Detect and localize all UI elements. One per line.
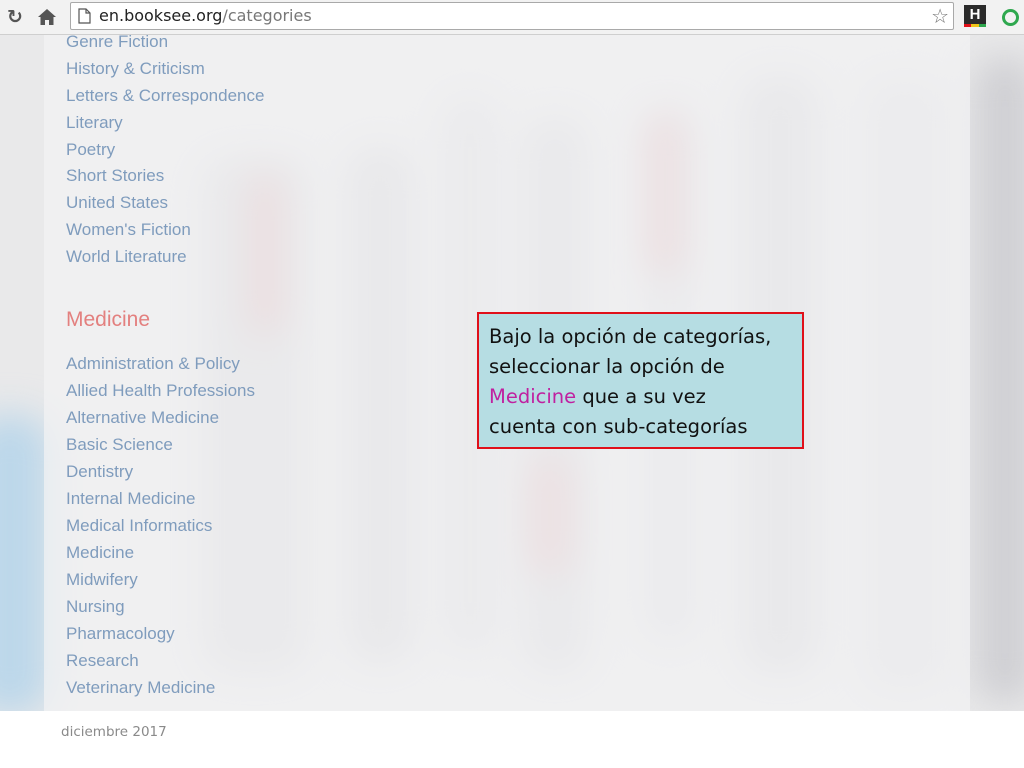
callout-line-1: Bajo la opción de categorías, (489, 325, 772, 348)
subcategory-link[interactable]: Pharmacology (66, 624, 175, 644)
category-link[interactable]: Poetry (66, 140, 115, 160)
subcategory-link[interactable]: Medicine (66, 543, 134, 563)
subcategory-link[interactable]: Midwifery (66, 570, 138, 590)
category-link[interactable]: Short Stories (66, 166, 164, 186)
subcategory-link[interactable]: Research (66, 651, 139, 671)
callout-line-3: Medicine que a su vez (489, 382, 792, 412)
url-text: en.booksee.org/categories (99, 6, 312, 26)
callout-line-3-rest: que a su vez (576, 385, 706, 408)
background-blur (0, 415, 50, 711)
extension-h-label: H (969, 6, 981, 23)
callout-line-2: seleccionar la opción de (489, 355, 725, 378)
subcategory-link[interactable]: Veterinary Medicine (66, 678, 215, 698)
subcategory-link[interactable]: Basic Science (66, 435, 173, 455)
background-blur (975, 55, 1024, 705)
category-link[interactable]: Genre Fiction (66, 35, 168, 52)
subcategory-link[interactable]: Dentistry (66, 462, 133, 482)
bookmark-star-icon[interactable]: ☆ (931, 5, 949, 27)
category-link[interactable]: Letters & Correspondence (66, 86, 264, 106)
subcategory-link[interactable]: Internal Medicine (66, 489, 195, 509)
slide: ↻ en.booksee.org/categories ☆ H Genre Fi… (0, 0, 1024, 768)
reload-icon[interactable]: ↻ (4, 6, 26, 28)
subcategory-link[interactable]: Administration & Policy (66, 354, 240, 374)
subcategory-link[interactable]: Nursing (66, 597, 125, 617)
browser-toolbar: ↻ en.booksee.org/categories ☆ H (0, 0, 1024, 35)
callout-line-4: cuenta con sub-categorías (489, 415, 748, 438)
category-link[interactable]: United States (66, 193, 168, 213)
footer-date: diciembre 2017 (61, 724, 167, 740)
category-link[interactable]: Women's Fiction (66, 220, 191, 240)
address-bar[interactable]: en.booksee.org/categories ☆ (70, 2, 954, 30)
extension-h-stripe (964, 24, 986, 27)
category-link[interactable]: Literary (66, 113, 123, 133)
instruction-callout: Bajo la opción de categorías, selecciona… (477, 312, 804, 449)
medicine-category-heading[interactable]: Medicine (66, 308, 150, 332)
extension-h-icon[interactable]: H (964, 5, 986, 27)
subcategory-link[interactable]: Allied Health Professions (66, 381, 255, 401)
url-path: /categories (222, 6, 312, 25)
url-host: en.booksee.org (99, 6, 223, 25)
subcategory-link[interactable]: Medical Informatics (66, 516, 212, 536)
subcategory-link[interactable]: Alternative Medicine (66, 408, 219, 428)
callout-highlight: Medicine (489, 385, 577, 408)
home-icon[interactable] (36, 6, 58, 28)
extension-circle-icon[interactable] (1002, 9, 1019, 26)
category-link[interactable]: History & Criticism (66, 59, 205, 79)
category-link[interactable]: World Literature (66, 247, 187, 267)
page-icon (78, 8, 91, 24)
